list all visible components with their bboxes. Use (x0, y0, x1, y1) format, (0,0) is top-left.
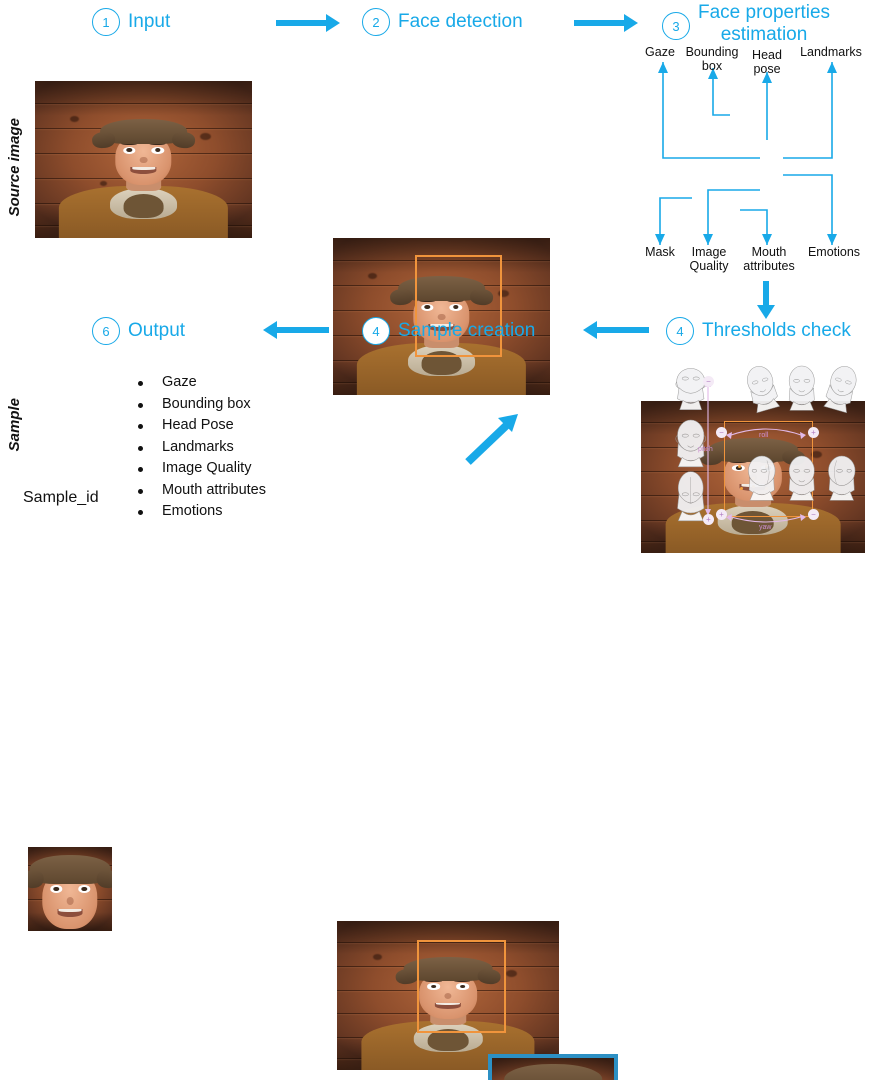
step-4-sample-header: 4 Sample creation (362, 317, 535, 345)
pitch-axis-label: pitch (698, 446, 713, 453)
output-attribute-list: Gaze Bounding box Head Pose Landmarks Im… (118, 372, 266, 523)
row-caption-source-image: Source image (6, 118, 23, 217)
roll-minus-button[interactable]: − (716, 427, 727, 438)
roll-axis-label: roll (759, 432, 769, 439)
step-1-header: 1 Input (92, 8, 170, 36)
sample-creation-photo (337, 921, 559, 1070)
property-label-landmarks: Landmarks (800, 45, 862, 59)
output-sample-thumbnail (28, 847, 112, 931)
step-4-sample-label: Sample creation (398, 320, 536, 341)
step-1-label: Input (128, 11, 171, 32)
step-4-thresholds-label: Thresholds check (702, 320, 851, 341)
sample-id-label: Sample_id (23, 489, 99, 506)
list-item: Bounding box (118, 394, 266, 416)
crop-arrow-icon (465, 414, 518, 465)
property-label-emotions: Emotions (807, 245, 861, 259)
step-2-label: Face detection (398, 11, 523, 32)
list-item: Gaze (118, 372, 266, 394)
pitch-minus-button[interactable]: − (703, 376, 714, 387)
step-3-number: 3 (662, 12, 690, 40)
list-item: Mouth attributes (118, 480, 266, 502)
sample-bounding-box (416, 940, 506, 1033)
head-pose-panel: − pitch + − roll + + yaw − (660, 362, 870, 538)
property-label-mouth-attributes: Mouth attributes (743, 245, 795, 273)
step-1-number: 1 (92, 8, 120, 36)
list-item: Image Quality (118, 458, 266, 480)
property-label-image-quality: Image Quality (689, 245, 729, 273)
input-photo (35, 81, 252, 238)
yaw-axis-label: yaw (759, 524, 772, 531)
list-item: Landmarks (118, 437, 266, 459)
step-6-label: Output (128, 320, 186, 341)
step-2-number: 2 (362, 8, 390, 36)
yaw-plus-button[interactable]: + (716, 509, 727, 520)
list-item: Emotions (118, 501, 266, 523)
step-4-thresholds-header: 4 Thresholds check (666, 317, 851, 345)
step-4-sample-number: 4 (362, 317, 390, 345)
pitch-plus-button[interactable]: + (703, 514, 714, 525)
property-label-bounding-box: Bounding box (685, 45, 739, 73)
roll-plus-button[interactable]: + (808, 427, 819, 438)
sample-crop-preview (488, 1054, 618, 1080)
property-label-head-pose: Head pose (752, 48, 782, 76)
property-label-mask: Mask (645, 245, 675, 259)
property-label-gaze: Gaze (645, 45, 675, 59)
step-6-header: 6 Output (92, 317, 185, 345)
yaw-minus-button[interactable]: − (808, 509, 819, 520)
step-6-number: 6 (92, 317, 120, 345)
list-item: Head Pose (118, 415, 266, 437)
step-2-header: 2 Face detection (362, 8, 523, 36)
row-caption-sample: Sample (6, 398, 23, 452)
pipeline-diagram: 1 Input 2 Face detection 3 Face properti… (0, 0, 873, 1080)
step-4-thresholds-number: 4 (666, 317, 694, 345)
